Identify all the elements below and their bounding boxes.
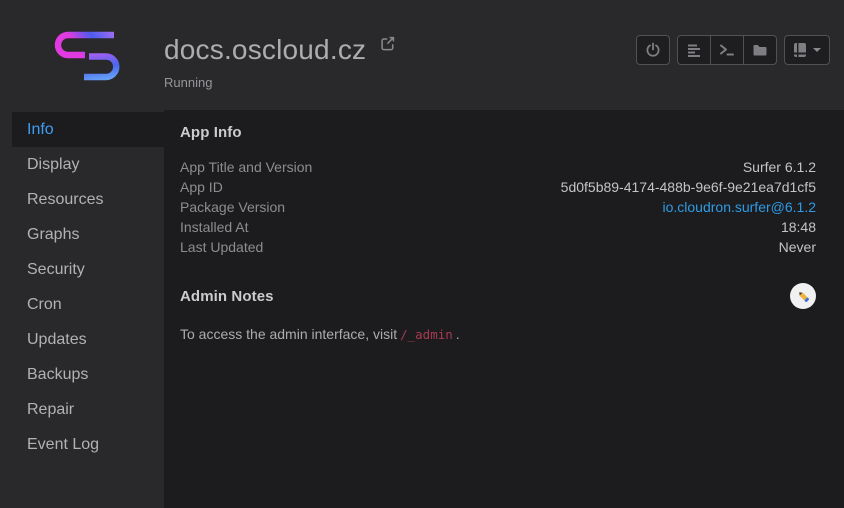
info-label: App ID: [180, 179, 223, 195]
app-info-table: App Title and Version Surfer 6.1.2 App I…: [180, 159, 816, 259]
sidebar-item-backups[interactable]: Backups: [12, 357, 164, 392]
external-link-icon[interactable]: [380, 36, 395, 51]
files-button[interactable]: [743, 35, 777, 65]
info-row: App Title and Version Surfer 6.1.2: [180, 159, 816, 179]
info-label: Last Updated: [180, 239, 263, 255]
book-dropdown-button[interactable]: [784, 35, 830, 65]
info-label: Package Version: [180, 199, 285, 215]
power-button[interactable]: [636, 35, 670, 65]
pencil-icon: [796, 289, 811, 304]
sidebar-item-updates[interactable]: Updates: [12, 322, 164, 357]
terminal-icon: [719, 42, 735, 58]
sidebar-item-label: Repair: [27, 401, 74, 419]
sidebar-item-label: Resources: [27, 191, 103, 209]
sidebar-item-label: Info: [27, 121, 54, 139]
sidebar-item-info[interactable]: Info: [12, 112, 164, 147]
sidebar-item-event-log[interactable]: Event Log: [12, 427, 164, 462]
admin-path-code: /_admin: [400, 327, 453, 342]
book-icon: [793, 42, 807, 58]
sidebar-item-label: Display: [27, 156, 79, 174]
sidebar-item-label: Updates: [27, 331, 87, 349]
note-text-before: To access the admin interface, visit: [180, 326, 397, 342]
admin-notes-header: Admin Notes: [180, 283, 816, 309]
info-row: Package Version io.cloudron.surfer@6.1.2: [180, 199, 816, 219]
info-value[interactable]: io.cloudron.surfer@6.1.2: [662, 199, 816, 215]
sidebar-item-display[interactable]: Display: [12, 147, 164, 182]
sidebar-item-label: Graphs: [27, 226, 79, 244]
app-info-heading: App Info: [180, 124, 816, 141]
edit-notes-button[interactable]: [790, 283, 816, 309]
info-value: 5d0f5b89-4174-488b-9e6f-9e21ea7d1cf5: [561, 179, 816, 195]
sidebar-item-label: Cron: [27, 296, 62, 314]
sidebar-item-graphs[interactable]: Graphs: [12, 217, 164, 252]
sidebar-item-label: Event Log: [27, 436, 99, 454]
folder-icon: [752, 42, 768, 58]
caret-down-icon: [813, 48, 821, 52]
info-value: Never: [779, 239, 816, 255]
log-lines-icon: [686, 42, 702, 58]
sidebar: Info Display Resources Graphs Security C…: [0, 110, 164, 508]
sidebar-item-cron[interactable]: Cron: [12, 287, 164, 322]
sidebar-item-security[interactable]: Security: [12, 252, 164, 287]
info-label: Installed At: [180, 219, 249, 235]
power-icon: [645, 42, 661, 58]
note-text-after: .: [456, 326, 460, 342]
sidebar-nav: Info Display Resources Graphs Security C…: [12, 112, 164, 462]
terminal-button[interactable]: [710, 35, 744, 65]
page-title: docs.oscloud.cz: [164, 34, 366, 66]
title-block: docs.oscloud.cz Running: [164, 34, 395, 90]
logs-button[interactable]: [677, 35, 711, 65]
main-content: App Info App Title and Version Surfer 6.…: [164, 110, 844, 508]
info-value: 18:48: [781, 219, 816, 235]
admin-notes-heading: Admin Notes: [180, 288, 274, 305]
sidebar-item-repair[interactable]: Repair: [12, 392, 164, 427]
info-value: Surfer 6.1.2: [743, 159, 816, 175]
admin-note-text: To access the admin interface, visit/_ad…: [180, 326, 816, 342]
app-header: docs.oscloud.cz Running: [0, 0, 844, 110]
info-row: Installed At 18:48: [180, 219, 816, 239]
sidebar-item-label: Backups: [27, 366, 88, 384]
sidebar-item-label: Security: [27, 261, 85, 279]
info-row: App ID 5d0f5b89-4174-488b-9e6f-9e21ea7d1…: [180, 179, 816, 199]
info-row: Last Updated Never: [180, 239, 816, 259]
app-actions-group: [677, 35, 777, 65]
surfer-app-logo: [52, 26, 122, 85]
sidebar-item-resources[interactable]: Resources: [12, 182, 164, 217]
info-label: App Title and Version: [180, 159, 312, 175]
status-badge: Running: [164, 75, 395, 90]
header-toolbar: [636, 35, 830, 65]
